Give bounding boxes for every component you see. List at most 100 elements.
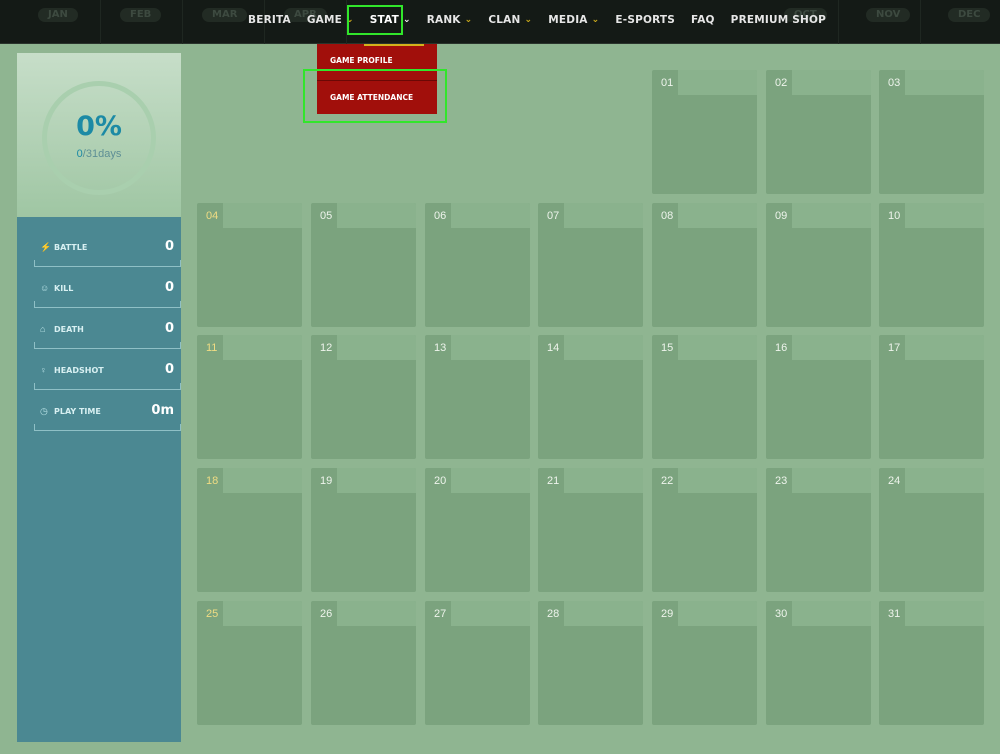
calendar-day-16[interactable]: 16 xyxy=(766,335,871,459)
day-number: 30 xyxy=(775,608,788,620)
day-header-fill xyxy=(905,468,984,493)
nav-item-label: BERITA xyxy=(248,14,291,26)
calendar-day-08[interactable]: 08 xyxy=(652,203,757,327)
day-header-fill xyxy=(678,203,757,228)
calendar-day-29[interactable]: 29 xyxy=(652,601,757,725)
calendar-day-10[interactable]: 10 xyxy=(879,203,984,327)
total-days: /31days xyxy=(82,148,122,160)
nav-item-label: CLAN xyxy=(488,14,521,26)
day-number: 29 xyxy=(661,608,674,620)
stat-label: DEATH xyxy=(54,325,84,334)
day-number: 18 xyxy=(206,475,219,487)
day-header-fill xyxy=(337,601,416,626)
calendar-day-30[interactable]: 30 xyxy=(766,601,871,725)
day-header-fill xyxy=(905,335,984,360)
month-divider xyxy=(100,0,101,44)
month-divider xyxy=(920,0,921,44)
nav-item-label: RANK xyxy=(426,14,461,26)
day-number: 04 xyxy=(206,210,219,222)
day-number: 01 xyxy=(661,77,674,89)
day-number: 28 xyxy=(547,608,560,620)
calendar-day-12[interactable]: 12 xyxy=(311,335,416,459)
day-number: 02 xyxy=(775,77,788,89)
nav-item-media[interactable]: MEDIA ⌄ xyxy=(540,6,607,34)
month-dec[interactable]: DEC xyxy=(948,8,991,22)
calendar-day-15[interactable]: 15 xyxy=(652,335,757,459)
day-header-fill xyxy=(564,601,643,626)
calendar-day-05[interactable]: 05 xyxy=(311,203,416,327)
day-number: 26 xyxy=(320,608,333,620)
nav-item-faq[interactable]: FAQ xyxy=(683,6,723,34)
calendar-day-17[interactable]: 17 xyxy=(879,335,984,459)
calendar-day-20[interactable]: 20 xyxy=(425,468,530,592)
day-header-fill xyxy=(451,335,530,360)
month-divider xyxy=(182,0,183,44)
calendar-day-27[interactable]: 27 xyxy=(425,601,530,725)
day-header-fill xyxy=(564,203,643,228)
day-number: 21 xyxy=(547,475,560,487)
calendar-day-04[interactable]: 04 xyxy=(197,203,302,327)
calendar-day-11[interactable]: 11 xyxy=(197,335,302,459)
clock-icon: ◷ xyxy=(40,406,48,416)
month-feb[interactable]: FEB xyxy=(120,8,162,22)
day-header-fill xyxy=(792,203,871,228)
calendar-day-21[interactable]: 21 xyxy=(538,468,643,592)
nav-item-label: E-SPORTS xyxy=(615,14,676,26)
day-number: 25 xyxy=(206,608,219,620)
nav-item-label: FAQ xyxy=(691,14,715,26)
calendar-day-26[interactable]: 26 xyxy=(311,601,416,725)
month-jan[interactable]: JAN xyxy=(38,8,78,22)
calendar-day-02[interactable]: 02 xyxy=(766,70,871,194)
calendar-day-19[interactable]: 19 xyxy=(311,468,416,592)
nav-item-label: GAME xyxy=(306,14,343,26)
calendar-day-23[interactable]: 23 xyxy=(766,468,871,592)
calendar-day-31[interactable]: 31 xyxy=(879,601,984,725)
day-header-fill xyxy=(337,468,416,493)
nav-item-premium-shop[interactable]: PREMIUM SHOP xyxy=(723,6,834,34)
calendar-day-14[interactable]: 14 xyxy=(538,335,643,459)
day-number: 19 xyxy=(320,475,333,487)
stat-row-kill: ☺ KILL 0 xyxy=(34,278,181,308)
calendar-day-03[interactable]: 03 xyxy=(879,70,984,194)
stats-panel: ⚡ BATTLE 0 ☺ KILL 0 ⌂ DEATH 0 ♀ HEADSHOT 0 ◷ PLAY TIM… xyxy=(17,217,181,742)
nav-item-label: PREMIUM SHOP xyxy=(730,14,826,26)
day-number: 10 xyxy=(888,210,901,222)
day-header-fill xyxy=(223,335,302,360)
month-nov[interactable]: NOV xyxy=(866,8,911,22)
attendance-summary: 0% 0/31days xyxy=(17,53,181,217)
calendar-day-18[interactable]: 18 xyxy=(197,468,302,592)
day-header-fill xyxy=(337,203,416,228)
calendar-day-01[interactable]: 01 xyxy=(652,70,757,194)
attendance-percent: 0% xyxy=(76,111,122,142)
stat-row-play-time: ◷ PLAY TIME 0m xyxy=(34,401,181,431)
calendar-day-22[interactable]: 22 xyxy=(652,468,757,592)
calendar-day-06[interactable]: 06 xyxy=(425,203,530,327)
day-number: 15 xyxy=(661,342,674,354)
calendar-day-13[interactable]: 13 xyxy=(425,335,530,459)
main-nav: BERITA GAME ⌄ STAT ⌄ RANK ⌄ CLAN ⌄ MEDIA ⌄ E-SPORTS… xyxy=(240,6,834,34)
calendar-day-07[interactable]: 07 xyxy=(538,203,643,327)
day-number: 27 xyxy=(434,608,447,620)
chevron-down-icon: ⌄ xyxy=(402,15,411,25)
day-number: 23 xyxy=(775,475,788,487)
stat-highlight-box xyxy=(347,5,403,35)
lightning-icon: ⚡ xyxy=(40,242,52,252)
day-number: 16 xyxy=(775,342,788,354)
day-number: 05 xyxy=(320,210,333,222)
day-number: 07 xyxy=(547,210,560,222)
calendar-day-24[interactable]: 24 xyxy=(879,468,984,592)
day-header-fill xyxy=(564,335,643,360)
stat-value: 0 xyxy=(164,239,174,254)
day-number: 03 xyxy=(888,77,901,89)
day-header-fill xyxy=(678,468,757,493)
calendar-day-25[interactable]: 25 xyxy=(197,601,302,725)
calendar-day-09[interactable]: 09 xyxy=(766,203,871,327)
calendar-day-28[interactable]: 28 xyxy=(538,601,643,725)
day-number: 12 xyxy=(320,342,333,354)
nav-item-rank[interactable]: RANK ⌄ xyxy=(419,6,481,34)
day-header-fill xyxy=(792,70,871,95)
day-number: 31 xyxy=(888,608,901,620)
nav-item-clan[interactable]: CLAN ⌄ xyxy=(480,6,540,34)
nav-item-berita[interactable]: BERITA xyxy=(240,6,299,34)
nav-item-e-sports[interactable]: E-SPORTS xyxy=(607,6,683,34)
